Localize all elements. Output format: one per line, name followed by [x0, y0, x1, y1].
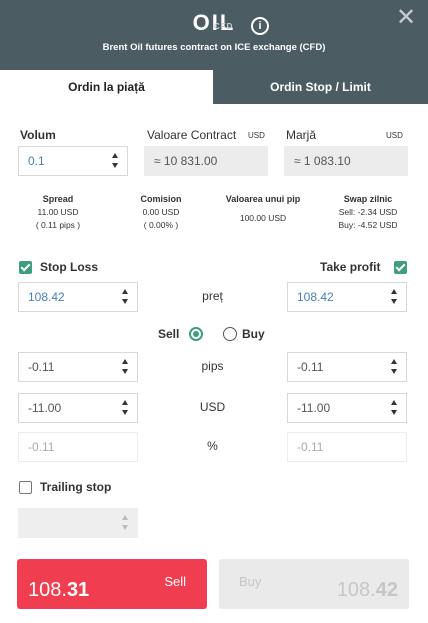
decrement-icon[interactable]: [122, 369, 128, 374]
commission-usd: 0.00 USD: [142, 207, 180, 217]
buy-price-big: 42: [375, 579, 398, 601]
take-profit-label: Take profit: [320, 260, 381, 274]
volume-increment-icon[interactable]: [112, 153, 118, 158]
increment-icon[interactable]: [122, 515, 128, 520]
volume-value: 0.1: [28, 154, 45, 168]
instrument-subtitle: Brent Oil futures contract on ICE exchan…: [102, 42, 326, 53]
margin-unit: USD: [386, 131, 403, 140]
take-profit-percent-field: -0.11: [287, 432, 407, 462]
pips-row-label: pips: [201, 359, 224, 373]
decrement-icon[interactable]: [122, 525, 128, 530]
buy-side-label: Buy: [242, 327, 265, 341]
stop-loss-pips-stepper[interactable]: [122, 358, 130, 376]
info-icon[interactable]: i: [251, 17, 269, 35]
margin-field: ≈ 1 083.10: [284, 146, 408, 176]
decrement-icon[interactable]: [122, 299, 128, 304]
take-profit-pips-stepper[interactable]: [391, 358, 399, 376]
trailing-stop-checkbox[interactable]: [19, 481, 32, 494]
contract-value-unit: USD: [248, 131, 265, 140]
close-icon[interactable]: ✕: [396, 6, 416, 30]
increment-icon[interactable]: [391, 400, 397, 405]
buy-side-radio[interactable]: [223, 327, 237, 341]
take-profit-pips-value: -0.11: [297, 360, 324, 374]
stop-loss-percent-field: -0.11: [18, 432, 138, 462]
sell-side-radio[interactable]: [189, 327, 203, 341]
swap-label: Swap zilnic: [343, 194, 393, 204]
sell-side-label: Sell: [158, 327, 180, 341]
increment-icon[interactable]: [122, 359, 128, 364]
decrement-icon[interactable]: [391, 410, 397, 415]
take-profit-price-stepper[interactable]: [391, 288, 399, 306]
sell-price-main: 108.: [28, 579, 67, 601]
stop-loss-usd-value: -11.00: [28, 401, 62, 415]
order-type-tabs: Ordin la piață Ordin Stop / Limit: [0, 70, 428, 104]
spread-label: Spread: [42, 194, 74, 204]
stop-loss-checkbox[interactable]: [19, 261, 32, 274]
trailing-stop-stepper[interactable]: [122, 514, 130, 532]
tab-stop-limit-order[interactable]: Ordin Stop / Limit: [213, 70, 428, 104]
tab-market-order[interactable]: Ordin la piață: [0, 70, 213, 104]
commission-stat: Comision 0.00 USD ( 0.00% ): [126, 193, 196, 232]
take-profit-usd-stepper[interactable]: [391, 399, 399, 417]
buy-button[interactable]: Buy 108.42: [219, 559, 409, 609]
sell-price: 108.31: [28, 579, 89, 602]
spread-usd: 11.00 USD: [37, 207, 79, 217]
sell-button-label: Sell: [164, 574, 186, 589]
contract-value-field: ≈ 10 831.00: [144, 146, 268, 176]
increment-icon[interactable]: [122, 289, 128, 294]
take-profit-price-value: 108.42: [297, 290, 334, 304]
stop-loss-pips-value: -0.11: [28, 360, 55, 374]
trailing-stop-input[interactable]: [18, 508, 138, 538]
decrement-icon[interactable]: [391, 299, 397, 304]
trailing-stop-label: Trailing stop: [40, 480, 112, 494]
stop-loss-price-stepper[interactable]: [122, 288, 130, 306]
increment-icon[interactable]: [122, 400, 128, 405]
margin-label: Marjă: [286, 128, 317, 142]
increment-icon[interactable]: [391, 359, 397, 364]
buy-price-main: 108.: [336, 579, 376, 601]
buy-price: 108.42: [337, 579, 398, 602]
stop-loss-price-value: 108.42: [28, 290, 65, 304]
swap-stat: Swap zilnic Sell: -2.34 USD Buy: -4.52 U…: [326, 193, 410, 232]
stop-loss-label: Stop Loss: [40, 260, 99, 274]
stop-loss-price-input[interactable]: 108.42: [18, 282, 138, 312]
take-profit-price-input[interactable]: 108.42: [287, 282, 407, 312]
pip-value-usd: 100.00 USD: [239, 213, 287, 223]
pip-value-label: Valoarea unui pip: [225, 194, 301, 204]
decrement-icon[interactable]: [391, 369, 397, 374]
commission-percent: ( 0.00% ): [143, 220, 179, 230]
volume-stepper[interactable]: [112, 152, 120, 170]
dialog-header: OIL CFD i Brent Oil futures contract on …: [0, 0, 428, 70]
stop-loss-pips-input[interactable]: -0.11: [18, 352, 138, 382]
sell-button[interactable]: 108.31 Sell: [17, 559, 207, 609]
decrement-icon[interactable]: [122, 410, 128, 415]
take-profit-usd-input[interactable]: -11.00: [287, 393, 407, 423]
volume-decrement-icon[interactable]: [112, 163, 118, 168]
pip-value-stat: Valoarea unui pip 100.00 USD: [212, 193, 314, 225]
stop-loss-usd-stepper[interactable]: [122, 399, 130, 417]
take-profit-pips-input[interactable]: -0.11: [287, 352, 407, 382]
spread-stat: Spread 11.00 USD ( 0.11 pips ): [20, 193, 96, 232]
swap-buy: Buy: -4.52 USD: [338, 220, 398, 230]
cfd-badge: CFD: [214, 22, 234, 31]
volume-label: Volum: [20, 128, 56, 142]
swap-sell: Sell: -2.34 USD: [338, 207, 398, 217]
take-profit-usd-value: -11.00: [297, 401, 331, 415]
contract-value-label: Valoare Contract: [147, 128, 237, 142]
commission-label: Comision: [140, 194, 182, 204]
price-row-label: preț: [202, 289, 223, 303]
stop-loss-usd-input[interactable]: -11.00: [18, 393, 138, 423]
usd-row-label: USD: [199, 400, 226, 414]
take-profit-checkbox[interactable]: [394, 261, 407, 274]
sell-price-big: 31: [66, 579, 90, 601]
volume-input[interactable]: 0.1: [18, 146, 128, 176]
increment-icon[interactable]: [391, 289, 397, 294]
buy-button-label: Buy: [239, 574, 262, 589]
percent-row-label: %: [207, 439, 218, 453]
spread-pips: ( 0.11 pips ): [35, 220, 81, 230]
